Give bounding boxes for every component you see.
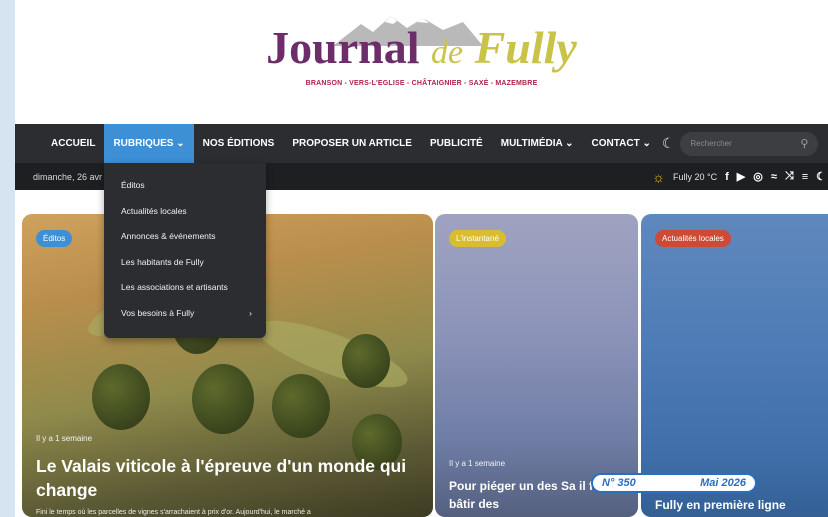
- search-input[interactable]: Rechercher: [690, 139, 731, 148]
- article-excerpt: Fini le temps où les parcelles de vignes…: [36, 509, 311, 516]
- dark-mode-toggle-icon[interactable]: ☾: [816, 170, 826, 183]
- nav-accueil[interactable]: ACCUEIL: [15, 124, 104, 163]
- dropdown-item-annonces[interactable]: Annonces & événements: [104, 224, 266, 250]
- search-icon[interactable]: ⚲: [800, 137, 808, 150]
- menu-icon[interactable]: ≡: [802, 171, 808, 183]
- dropdown-item-actualites-locales[interactable]: Actualités locales: [104, 199, 266, 225]
- dropdown-item-label: Actualités locales: [121, 205, 187, 216]
- dropdown-item-label: Les habitants de Fully: [121, 256, 204, 267]
- dropdown-item-editos[interactable]: Éditos: [104, 173, 266, 199]
- logo-de: de: [431, 34, 464, 71]
- article-title[interactable]: Fully en première ligne: [655, 496, 828, 514]
- nav-publicite[interactable]: PUBLICITÉ: [421, 124, 492, 163]
- topbar-right: ☼ Fully 20 °C f ▶ ◎ ≈ ⤨ ≡ ☾: [652, 169, 828, 185]
- nav-contact[interactable]: CONTACT ⌄: [583, 124, 660, 163]
- logo-journal: Journal: [266, 22, 420, 73]
- chevron-right-icon: ›: [249, 307, 252, 318]
- article-date: Il y a 1 semaine: [449, 459, 506, 468]
- issue-date: Mai 2026: [700, 477, 746, 489]
- shuffle-icon[interactable]: ⤨: [785, 170, 794, 183]
- site-logo[interactable]: Journal de Fully BRANSON - VERS-L'EGLISE…: [15, 0, 828, 120]
- sun-weather-icon: ☼: [652, 168, 665, 185]
- dropdown-item-label: Éditos: [121, 180, 145, 190]
- logo-fully: Fully: [474, 22, 577, 73]
- nav-rubriques[interactable]: RUBRIQUES ⌄: [104, 124, 194, 163]
- rss-icon[interactable]: ≈: [771, 171, 777, 183]
- dropdown-item-label: Les associations et artisants: [121, 282, 228, 292]
- category-badge[interactable]: Actualités locales: [655, 230, 731, 247]
- logo-subtitle: BRANSON - VERS-L'EGLISE - CHÂTAIGNIER - …: [305, 80, 538, 87]
- article-card[interactable]: Actualités locales Fully en première lig…: [641, 214, 828, 517]
- page: Journal de Fully BRANSON - VERS-L'EGLISE…: [15, 0, 828, 517]
- article-card[interactable]: L'instantané Il y a 1 semaine Pour piége…: [435, 214, 638, 517]
- nav-nos-editions[interactable]: NOS ÉDITIONS: [194, 124, 284, 163]
- main-navigation: ACCUEIL RUBRIQUES ⌄ NOS ÉDITIONS PROPOSE…: [15, 124, 828, 163]
- rubriques-dropdown-menu: Éditos Actualités locales Annonces & évé…: [104, 163, 266, 338]
- article-date: Il y a 1 semaine: [36, 434, 93, 443]
- leaf-shape: [249, 307, 415, 401]
- dropdown-item-label: Vos besoins à Fully: [121, 307, 195, 318]
- dropdown-item-vos-besoins[interactable]: Vos besoins à Fully ›: [104, 301, 266, 327]
- youtube-icon[interactable]: ▶: [737, 170, 745, 183]
- dark-mode-moon-icon[interactable]: ☾: [660, 124, 681, 163]
- category-badge[interactable]: L'instantané: [449, 230, 506, 247]
- nav-proposer-article[interactable]: PROPOSER UN ARTICLE: [283, 124, 421, 163]
- logo-title: Journal de Fully: [15, 20, 828, 81]
- olive-shape: [192, 364, 254, 434]
- olive-shape: [272, 374, 330, 438]
- olive-shape: [342, 334, 390, 388]
- issue-number: N° 350: [602, 477, 636, 489]
- dropdown-item-label: Annonces & événements: [121, 231, 216, 241]
- dropdown-item-associations[interactable]: Les associations et artisants: [104, 275, 266, 301]
- issue-badge: N° 350 Mai 2026: [591, 473, 757, 493]
- instagram-icon[interactable]: ◎: [753, 170, 763, 183]
- facebook-icon[interactable]: f: [725, 171, 729, 183]
- category-badge[interactable]: Éditos: [36, 230, 73, 247]
- nav-multimedia[interactable]: MULTIMÉDIA ⌄: [492, 124, 583, 163]
- dropdown-item-habitants[interactable]: Les habitants de Fully: [104, 250, 266, 276]
- current-date: dimanche, 26 avr: [33, 171, 103, 182]
- olive-shape: [92, 364, 150, 430]
- search-box[interactable]: Rechercher ⚲: [680, 131, 819, 156]
- weather-text: Fully 20 °C: [672, 171, 718, 182]
- article-title[interactable]: Le Valais viticole à l'épreuve d'un mond…: [36, 454, 423, 502]
